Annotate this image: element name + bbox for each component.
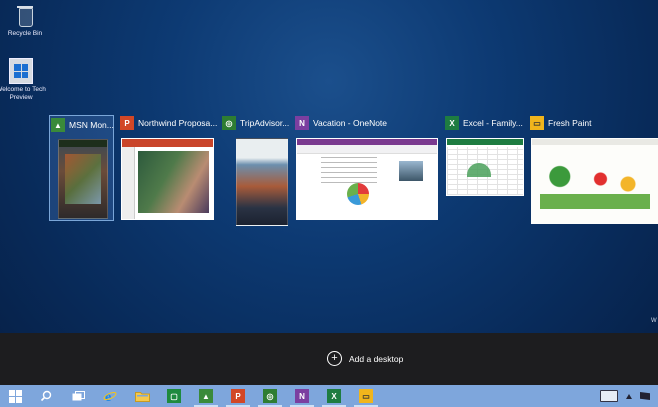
taskbar-app-onenote[interactable]: N <box>286 385 318 407</box>
taskbar-app-fresh-paint[interactable]: ▭ <box>350 385 382 407</box>
powerpoint-app-icon: P <box>120 116 134 130</box>
internet-explorer-button[interactable]: e <box>94 385 126 407</box>
taskbar-app-tripadvisor[interactable]: ◎ <box>254 385 286 407</box>
task-window-tripadvisor[interactable]: ◎ TripAdvisor... <box>222 115 290 226</box>
store-icon: ▢ <box>167 389 181 403</box>
window-thumbnail <box>58 139 108 219</box>
plus-icon: + <box>327 351 342 366</box>
system-tray <box>600 390 658 402</box>
onenote-app-icon: N <box>295 116 309 130</box>
add-desktop-button[interactable]: + Add a desktop <box>327 351 403 366</box>
tripadvisor-app-icon: ◎ <box>222 116 236 130</box>
window-thumbnail <box>446 138 524 196</box>
task-view-icon <box>72 390 85 400</box>
recycle-bin-label: Recycle Bin <box>7 30 43 37</box>
window-title: MSN Mon... <box>69 120 114 130</box>
flag-icon[interactable] <box>640 392 650 400</box>
file-explorer-button[interactable] <box>126 385 158 407</box>
window-thumbnail <box>296 138 438 220</box>
task-view-button[interactable] <box>62 385 94 407</box>
task-window-msn-money[interactable]: ▲ MSN Mon... <box>49 115 114 221</box>
windows-logo-icon <box>8 389 22 403</box>
welcome-shortcut[interactable]: Welcome to Tech Preview <box>0 58 46 102</box>
welcome-label: Welcome to Tech Preview <box>0 86 46 101</box>
recycle-bin-icon <box>14 4 36 28</box>
msn-money-app-icon: ▲ <box>51 118 65 132</box>
add-desktop-label: Add a desktop <box>349 353 404 364</box>
taskbar: e ▢ ▲ P ◎ N X ▭ <box>0 385 658 407</box>
excel-icon: X <box>327 389 341 403</box>
window-title: TripAdvisor... <box>240 118 290 128</box>
window-title: Northwind Proposa... <box>138 118 218 128</box>
taskbar-app-store[interactable]: ▢ <box>158 385 190 407</box>
window-thumbnail <box>531 138 658 224</box>
excel-app-icon: X <box>445 116 459 130</box>
msn-money-icon: ▲ <box>199 389 213 403</box>
window-thumbnail <box>236 138 288 226</box>
task-window-excel[interactable]: X Excel - Family... <box>445 115 527 221</box>
window-title: Excel - Family... <box>463 118 523 128</box>
keyboard-icon[interactable] <box>600 390 618 402</box>
ie-icon: e <box>103 390 117 403</box>
up-arrow-icon[interactable] <box>626 393 632 399</box>
tripadvisor-icon: ◎ <box>263 389 277 403</box>
window-title: Vacation - OneNote <box>313 118 388 128</box>
fresh-paint-app-icon: ▭ <box>530 116 544 130</box>
task-window-onenote[interactable]: N Vacation - OneNote <box>295 115 441 221</box>
folder-icon <box>134 392 150 402</box>
window-title: Fresh Paint <box>548 118 592 128</box>
search-icon <box>40 390 52 402</box>
recycle-bin-shortcut[interactable]: Recycle Bin <box>0 4 50 38</box>
onenote-icon: N <box>295 389 309 403</box>
windows-logo-icon <box>9 58 33 84</box>
window-thumbnail <box>121 138 214 220</box>
fresh-paint-icon: ▭ <box>359 389 373 403</box>
svg-text:e: e <box>105 390 111 403</box>
task-window-fresh-paint[interactable]: ▭ Fresh Paint <box>530 115 658 225</box>
task-window-northwind[interactable]: P Northwind Proposa... <box>120 115 218 221</box>
taskbar-app-msn-money[interactable]: ▲ <box>190 385 222 407</box>
start-button[interactable] <box>0 385 30 407</box>
taskbar-app-excel[interactable]: X <box>318 385 350 407</box>
taskbar-app-powerpoint[interactable]: P <box>222 385 254 407</box>
search-button[interactable] <box>30 385 62 407</box>
watermark-text: W <box>651 318 657 324</box>
powerpoint-icon: P <box>231 389 245 403</box>
